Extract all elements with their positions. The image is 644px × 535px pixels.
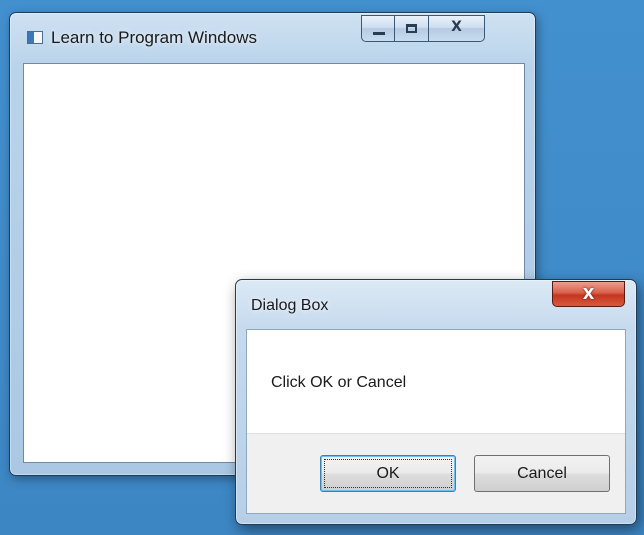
caption-buttons: X [361,15,485,42]
dialog-button-bar: OK Cancel [247,433,625,513]
close-icon: X [582,285,595,303]
dialog-content: Click OK or Cancel OK Cancel [246,329,626,514]
app-window-icon[interactable] [27,31,43,44]
minimize-icon [373,32,385,35]
app-icon-bar [28,32,34,43]
main-window-titlebar[interactable]: Learn to Program Windows X [10,13,535,61]
dialog-close-button[interactable]: X [552,281,625,307]
minimize-button[interactable] [361,15,395,42]
dialog-message: Click OK or Cancel [271,374,407,391]
close-button[interactable]: X [429,15,485,42]
close-icon: X [451,19,462,35]
main-window-title: Learn to Program Windows [51,28,257,47]
ok-button[interactable]: OK [320,455,456,492]
focus-rectangle [324,459,452,488]
cancel-button[interactable]: Cancel [474,455,610,492]
dialog-box: Dialog Box X Click OK or Cancel OK Cance… [235,279,637,525]
dialog-title: Dialog Box [251,297,329,314]
maximize-button[interactable] [395,15,429,42]
maximize-icon [406,24,417,33]
